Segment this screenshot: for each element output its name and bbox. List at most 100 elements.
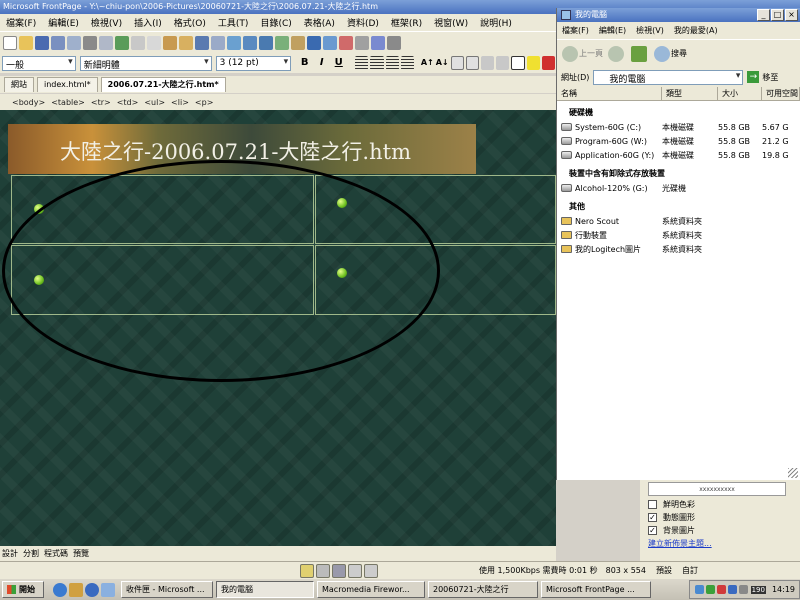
taskbar-button[interactable]: 收件匣 - Microsoft ... [121,581,213,598]
tray-app-icon[interactable] [727,585,737,594]
list-item[interactable]: 行動裝置 系統資料夾 [557,228,800,242]
italic-button[interactable]: I [314,55,329,71]
explorer-close-button[interactable]: × [785,9,798,21]
outlook-icon[interactable] [69,582,83,597]
doc-tab[interactable]: 網站 [4,77,34,92]
insert-layer-icon[interactable] [259,35,273,50]
address-input[interactable]: 我的電腦 [593,69,744,85]
list-item[interactable]: Application-60G (Y:) 本機磁碟 55.8 GB 19.8 G [557,148,800,162]
go-button[interactable]: 移至 [762,72,778,83]
save-icon[interactable] [35,35,49,50]
insert-web-component-icon[interactable] [227,35,241,50]
new-theme-link[interactable]: 建立新佈景主題... [648,538,800,549]
help-icon[interactable] [371,35,385,50]
explorer-maximize-button[interactable]: □ [771,9,784,21]
quick-tag[interactable]: <tr> [91,98,111,107]
justify-icon[interactable] [400,56,414,70]
align-center-icon[interactable] [370,56,384,70]
font-size-select[interactable]: 3 (12 pt) [215,55,292,71]
menu-item[interactable]: 編輯(E) [42,16,85,29]
column-header[interactable]: 名稱 [557,86,662,101]
print-icon[interactable] [83,35,97,50]
list-item[interactable]: System-60G (C:) 本機磁碟 55.8 GB 5.67 G [557,120,800,134]
decrease-indent-icon[interactable] [481,56,495,70]
search-file-icon[interactable] [67,35,81,50]
explorer-menu-item[interactable]: 我的最愛(A) [669,25,723,36]
style-select[interactable]: 一般 [2,55,76,71]
numbering-icon[interactable] [450,56,464,70]
bullets-icon[interactable] [465,56,480,70]
bold-button[interactable]: B [297,55,312,71]
tray-network-icon[interactable] [694,585,704,594]
insert-picture-icon[interactable] [275,35,289,50]
column-header[interactable]: 類型 [662,86,718,101]
tray-status-icon[interactable] [705,585,715,594]
list-item[interactable]: 我的Logitech圖片 系統資料夾 [557,242,800,256]
tray-k-icon[interactable] [716,585,726,594]
menu-item[interactable]: 說明(H) [474,16,518,29]
border-icon[interactable] [511,56,525,70]
doc-tab[interactable]: 2006.07.21-大陸之行.htm* [100,77,226,92]
go-arrow-icon[interactable]: → [747,71,760,83]
quick-tag[interactable]: <p> [195,98,213,107]
checkbox[interactable]: ✓ [648,526,657,535]
shrink-font-button[interactable]: A↓ [436,55,449,71]
menu-item[interactable]: 視窗(W) [428,16,474,29]
tray-speaker-icon[interactable] [738,585,748,594]
checkbox[interactable] [648,500,657,509]
explorer-resize-grip[interactable] [788,468,798,478]
menu-item[interactable]: 格式(O) [168,16,212,29]
view-tab[interactable]: 設計 [2,548,18,559]
taskbar-button[interactable]: 我的電腦 [216,581,314,598]
column-header[interactable]: 可用空間 [762,86,800,101]
list-item[interactable]: Alcohol-120% (G:) 光碟機 [557,181,800,195]
format-painter-icon[interactable] [179,35,193,50]
explorer-window[interactable]: 我的電腦 _ □ × 檔案(F) 編輯(E) 檢視(V) 我的最愛(A) 上一頁 搜尋… [556,8,800,480]
explorer-minimize-button[interactable]: _ [757,9,770,21]
checkbox[interactable]: ✓ [648,513,657,522]
menu-item[interactable]: 插入(I) [128,16,168,29]
firefox-icon[interactable] [85,582,99,597]
theme-option[interactable]: ✓ 背景圖片 [648,525,800,536]
menu-item[interactable]: 檢視(V) [85,16,128,29]
stop-icon[interactable] [339,35,353,50]
font-select[interactable]: 新細明體 [79,55,212,71]
anchor-icon[interactable] [387,35,401,50]
list-item[interactable]: Nero Scout 系統資料夾 [557,214,800,228]
quick-tag[interactable]: <td> [117,98,139,107]
menu-item[interactable]: 檔案(F) [0,16,42,29]
spellcheck-icon[interactable] [115,35,129,50]
menu-item[interactable]: 框架(R) [385,16,428,29]
highlight-icon[interactable] [526,56,540,70]
show-desktop-icon[interactable] [101,582,115,597]
view-tab[interactable]: 分割 [23,548,39,559]
cut-icon[interactable] [131,35,145,50]
undo-icon[interactable] [195,35,209,50]
clock[interactable]: 14:19 [772,585,795,594]
taskbar-button[interactable]: 20060721-大陸之行 [428,581,538,598]
start-button[interactable]: 開始 [2,581,44,598]
publish-icon[interactable] [51,35,65,50]
back-button[interactable]: 上一頁 [579,48,603,59]
list-item[interactable]: Program-60G (W:) 本機磁碟 55.8 GB 21.2 G [557,134,800,148]
view-tab[interactable]: 預覽 [73,548,89,559]
ie-icon[interactable] [53,582,67,597]
quick-tag[interactable]: <body> [12,98,45,107]
quick-tag[interactable]: <li> [171,98,189,107]
refresh-icon[interactable] [323,35,337,50]
theme-option[interactable]: 鮮明色彩 [648,499,800,510]
insert-table-icon[interactable] [243,35,257,50]
taskbar-button[interactable]: Microsoft FrontPage ... [541,581,651,598]
hyperlink-icon[interactable] [307,35,321,50]
underline-button[interactable]: U [331,55,346,71]
align-right-icon[interactable] [385,56,399,70]
back-icon[interactable] [562,45,578,62]
explorer-menu-item[interactable]: 檢視(V) [631,25,669,36]
align-left-icon[interactable] [355,56,369,70]
new-page-icon[interactable] [3,35,17,50]
paste-icon[interactable] [163,35,177,50]
explorer-menu-item[interactable]: 編輯(E) [594,25,631,36]
taskbar-button[interactable]: Macromedia Firewor... [317,581,425,598]
grow-font-button[interactable]: A↑ [421,55,434,71]
theme-option[interactable]: ✓ 動態圖形 [648,512,800,523]
